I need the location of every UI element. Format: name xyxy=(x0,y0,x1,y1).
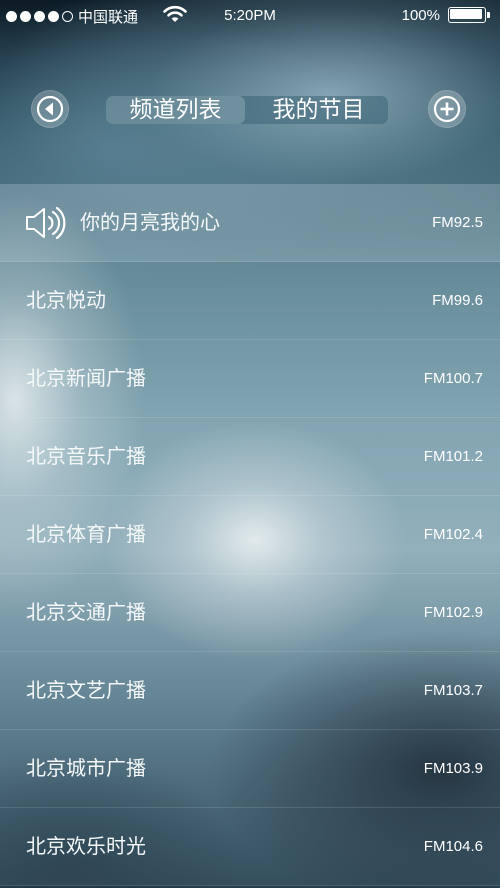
tab-channel-list[interactable]: 频道列表 xyxy=(106,96,245,124)
channel-row[interactable]: 北京文艺广播 FM103.7 xyxy=(0,652,500,730)
channel-frequency: FM104.6 xyxy=(423,838,483,855)
speaker-icon xyxy=(25,206,69,244)
channel-row[interactable]: 北京体育广播 FM102.4 xyxy=(0,496,500,574)
channel-list: 你的月亮我的心 FM92.5 北京悦动 FM99.6 北京新闻广播 FM100.… xyxy=(0,184,500,886)
channel-row[interactable]: 北京交通广播 FM102.9 xyxy=(0,574,500,652)
channel-frequency: FM99.6 xyxy=(432,292,483,309)
channel-row[interactable]: 北京悦动 FM99.6 xyxy=(0,262,500,340)
channel-name: 北京欢乐时光 xyxy=(26,834,146,858)
channel-name: 北京体育广播 xyxy=(26,522,146,546)
channel-name: 北京新闻广播 xyxy=(26,366,146,390)
channel-frequency: FM102.9 xyxy=(423,604,483,621)
channel-frequency: FM103.7 xyxy=(423,682,483,699)
add-button[interactable] xyxy=(428,90,466,128)
back-button[interactable] xyxy=(31,90,69,128)
segmented-control: 频道列表 我的节目 xyxy=(106,96,388,124)
channel-row[interactable]: 北京新闻广播 FM100.7 xyxy=(0,340,500,418)
battery-percentage: 100% xyxy=(401,7,440,24)
channel-name: 北京交通广播 xyxy=(26,600,146,624)
channel-frequency: FM103.9 xyxy=(423,760,483,777)
tab-my-programs[interactable]: 我的节目 xyxy=(249,96,388,124)
channel-name: 北京音乐广播 xyxy=(26,444,146,468)
channel-row[interactable]: 北京城市广播 FM103.9 xyxy=(0,730,500,808)
channel-name: 北京文艺广播 xyxy=(26,678,146,702)
channel-frequency: FM102.4 xyxy=(423,526,483,543)
channel-row[interactable]: 北京欢乐时光 FM104.6 xyxy=(0,808,500,886)
channel-frequency: FM100.7 xyxy=(423,370,483,387)
channel-name: 你的月亮我的心 xyxy=(80,210,220,234)
channel-row-playing[interactable]: 你的月亮我的心 FM92.5 xyxy=(0,184,500,262)
status-bar: 中国联通 5:20PM 100% xyxy=(0,0,500,32)
battery-icon xyxy=(448,7,492,25)
plus-icon xyxy=(433,95,461,123)
channel-row[interactable]: 北京音乐广播 FM101.2 xyxy=(0,418,500,496)
back-arrow-icon xyxy=(36,95,64,123)
channel-name: 北京城市广播 xyxy=(26,756,146,780)
channel-frequency: FM101.2 xyxy=(423,448,483,465)
channel-frequency: FM92.5 xyxy=(432,214,483,231)
channel-name: 北京悦动 xyxy=(26,288,106,312)
